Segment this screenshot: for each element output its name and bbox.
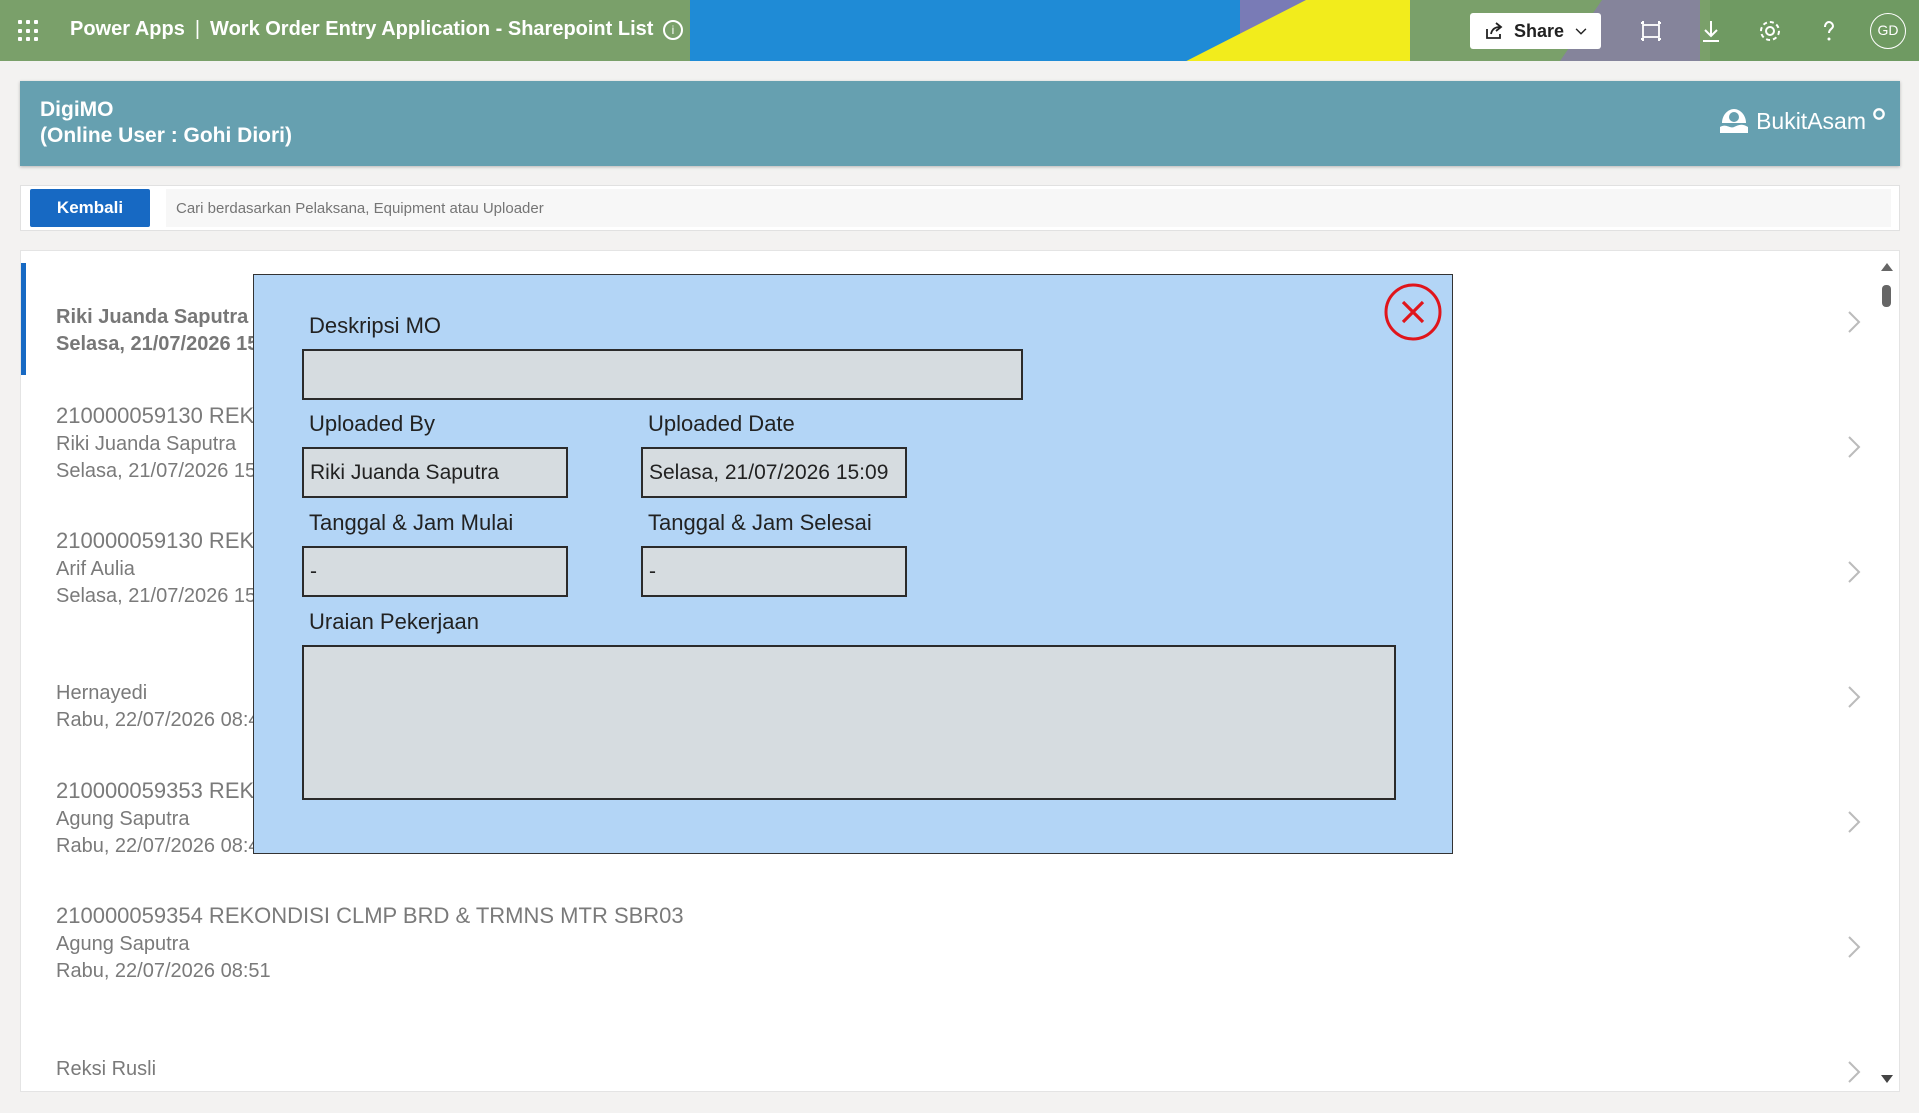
chevron-right-icon[interactable] (1846, 685, 1862, 709)
product-name: Power Apps (70, 18, 185, 40)
info-icon[interactable]: i (663, 20, 683, 40)
list-item[interactable]: Reksi Rusli (56, 1056, 1856, 1083)
deskripsi-field[interactable] (302, 349, 1023, 400)
share-icon (1486, 22, 1503, 39)
scroll-up-icon[interactable] (1881, 263, 1893, 271)
bukitasam-logo-icon (1720, 109, 1749, 133)
deskripsi-label: Deskripsi MO (309, 313, 442, 338)
list-item-date: Rabu, 22/07/2026 08:51 (56, 960, 271, 982)
uploaded-date-label: Uploaded Date (648, 411, 795, 436)
header-title-block: DigiMO (Online User : Gohi Diori) (40, 97, 292, 149)
detail-modal: Deskripsi MO Uploaded By Riki Juanda Sap… (253, 274, 1453, 854)
uploaded-by-field[interactable]: Riki Juanda Saputra (302, 447, 568, 498)
chevron-right-icon[interactable] (1846, 1060, 1862, 1084)
scroll-thumb[interactable] (1882, 285, 1891, 307)
brand-swirl-icon (1873, 108, 1885, 120)
title-separator: | (194, 18, 201, 40)
close-icon[interactable] (1383, 282, 1443, 342)
list-item-person: Agung Saputra (56, 933, 190, 955)
mulai-label: Tanggal & Jam Mulai (309, 510, 514, 535)
chevron-right-icon[interactable] (1846, 310, 1862, 334)
brand-name: BukitAsam (1756, 107, 1866, 134)
share-button[interactable]: Share (1470, 13, 1601, 49)
uploaded-by-label: Uploaded By (309, 411, 435, 436)
chevron-right-icon[interactable] (1846, 560, 1862, 584)
download-icon[interactable] (1698, 18, 1724, 44)
selesai-field[interactable]: - (641, 546, 907, 597)
uraian-field[interactable] (302, 645, 1396, 800)
selesai-label: Tanggal & Jam Selesai (648, 510, 872, 535)
search-input[interactable] (166, 189, 1891, 227)
chevron-right-icon[interactable] (1846, 435, 1862, 459)
app-header: DigiMO (Online User : Gohi Diori) BukitA… (20, 81, 1900, 166)
settings-icon[interactable] (1757, 18, 1783, 44)
chevron-right-icon[interactable] (1846, 935, 1862, 959)
waffle-icon[interactable] (18, 20, 40, 42)
chevron-right-icon[interactable] (1846, 810, 1862, 834)
fit-screen-icon[interactable] (1638, 18, 1664, 44)
search-toolbar: Kembali (20, 185, 1900, 231)
list-item[interactable]: 210000059354 REKONDISI CLMP BRD & TRMNS … (56, 901, 1856, 985)
selected-indicator (21, 263, 26, 375)
mulai-field[interactable]: - (302, 546, 568, 597)
uraian-label: Uraian Pekerjaan (309, 609, 479, 634)
list-item-title: 210000059354 REKONDISI CLMP BRD & TRMNS … (56, 903, 684, 928)
app-title: Power Apps | Work Order Entry Application … (70, 18, 653, 41)
help-icon[interactable] (1816, 18, 1842, 44)
top-bar: Power Apps | Work Order Entry Application … (0, 0, 1919, 61)
list-item-person: Reksi Rusli (56, 1058, 157, 1080)
uploaded-date-field[interactable]: Selasa, 21/07/2026 15:09 (641, 447, 907, 498)
scroll-down-icon[interactable] (1881, 1075, 1893, 1083)
list-scrollbar[interactable] (1879, 263, 1893, 1083)
app-header-title: DigiMO (40, 98, 114, 121)
back-button[interactable]: Kembali (30, 189, 150, 227)
chevron-down-icon (1575, 28, 1587, 35)
app-name: Work Order Entry Application - Sharepoin… (210, 18, 654, 40)
share-label: Share (1514, 20, 1565, 41)
brand-logo: BukitAsam (1718, 105, 1886, 137)
avatar[interactable]: GD (1870, 13, 1906, 49)
online-user-label: (Online User : Gohi Diori) (40, 124, 293, 147)
